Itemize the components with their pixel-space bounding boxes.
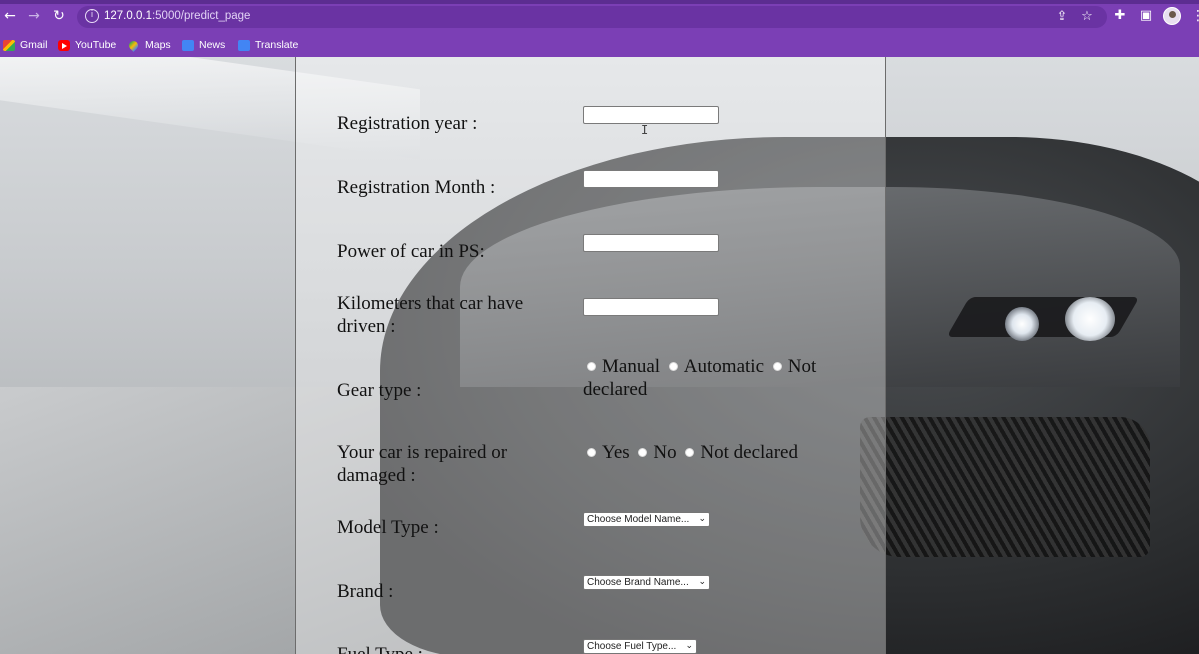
gear-option-label: Manual — [602, 356, 661, 377]
registration-year-input[interactable] — [583, 106, 719, 124]
kilometers-input[interactable] — [583, 298, 719, 316]
registration-year-label: Registration year : — [337, 113, 478, 134]
text-cursor-icon: I — [641, 123, 649, 137]
repaired-not-declared-radio[interactable] — [685, 448, 695, 458]
browser-toolbar: ← → ↻ i 127.0.0.1:5000/predict_page ⇪ ☆ … — [0, 0, 1199, 33]
bookmark-label: YouTube — [75, 39, 117, 51]
forward-arrow-icon[interactable]: → — [26, 8, 42, 24]
gear-automatic-radio[interactable] — [668, 362, 678, 372]
bookmark-translate[interactable]: Translate — [238, 37, 298, 53]
share-icon[interactable]: ⇪ — [1054, 9, 1070, 25]
fuel-type-select[interactable]: Choose Fuel Type... ⌄ — [583, 639, 697, 654]
model-type-select[interactable]: Choose Model Name... ⌄ — [583, 512, 710, 527]
bookmark-gmail[interactable]: Gmail — [3, 37, 47, 53]
bookmark-news[interactable]: News — [182, 37, 225, 53]
repaired-label: Your car is repaired or damaged : — [337, 442, 508, 486]
repaired-yes-radio[interactable] — [587, 448, 596, 458]
bookmark-label: News — [199, 39, 226, 51]
repaired-option-label: No — [653, 442, 677, 463]
bookmark-maps[interactable]: Maps — [127, 37, 171, 53]
chevron-down-icon: ⌄ — [685, 641, 693, 651]
bookmarks-bar: Gmail YouTube Maps News Translate — [0, 33, 1199, 57]
side-panel-icon[interactable]: ▣ — [1138, 8, 1154, 24]
brand-label: Brand : — [337, 581, 394, 602]
menu-kebab-icon[interactable]: ⋮ — [1191, 9, 1199, 25]
bookmark-youtube[interactable]: YouTube — [58, 37, 116, 53]
address-bar[interactable]: i 127.0.0.1:5000/predict_page ⇪ ☆ — [77, 6, 1107, 28]
extensions-puzzle-icon[interactable]: ✚ — [1112, 8, 1128, 24]
gear-manual-radio[interactable] — [587, 362, 596, 372]
registration-month-label: Registration Month : — [337, 177, 496, 198]
fuel-select-value: Choose Fuel Type... — [587, 641, 677, 652]
page-viewport: Registration year : I Registration Month… — [0, 57, 1199, 654]
gear-type-radio-group: Manual Automatic Not declared — [583, 355, 853, 401]
repaired-no-radio[interactable] — [638, 448, 648, 458]
reload-icon[interactable]: ↻ — [51, 8, 67, 24]
gear-not-declared-radio[interactable] — [772, 362, 782, 372]
fuel-type-label: Fuel Type : — [337, 643, 557, 654]
news-icon — [182, 39, 194, 51]
url-text[interactable]: 127.0.0.1:5000/predict_page — [104, 10, 250, 22]
maps-icon — [127, 38, 140, 52]
bookmark-label: Translate — [255, 39, 299, 51]
bookmark-star-icon[interactable]: ☆ — [1079, 9, 1095, 25]
chevron-down-icon: ⌄ — [698, 514, 706, 524]
registration-month-input[interactable] — [583, 170, 719, 188]
model-type-label: Model Type : — [337, 517, 439, 538]
chevron-down-icon: ⌄ — [698, 577, 706, 587]
site-info-icon[interactable]: i — [85, 9, 99, 23]
translate-icon — [238, 39, 250, 51]
gear-type-label: Gear type : — [337, 380, 422, 401]
profile-avatar[interactable] — [1163, 7, 1181, 25]
kilometers-label: Kilometers that car have driven : — [337, 293, 524, 337]
brand-select-value: Choose Brand Name... — [587, 577, 689, 588]
gear-option-label: Automatic — [683, 356, 764, 377]
tab-strip-edge — [0, 0, 1199, 4]
gmail-icon — [3, 39, 15, 51]
power-label: Power of car in PS: — [337, 241, 485, 262]
back-arrow-icon[interactable]: ← — [2, 8, 18, 24]
youtube-icon — [58, 39, 70, 51]
url-path: :5000/predict_page — [151, 10, 251, 22]
repaired-option-label: Yes — [602, 442, 630, 463]
bookmark-label: Gmail — [20, 39, 48, 51]
repaired-radio-group: Yes No Not declared — [583, 441, 853, 464]
power-input[interactable] — [583, 234, 719, 252]
bookmark-label: Maps — [145, 39, 171, 51]
model-select-value: Choose Model Name... — [587, 514, 690, 525]
brand-select[interactable]: Choose Brand Name... ⌄ — [583, 575, 710, 590]
repaired-option-label: Not declared — [700, 442, 798, 463]
url-host: 127.0.0.1 — [104, 10, 152, 22]
